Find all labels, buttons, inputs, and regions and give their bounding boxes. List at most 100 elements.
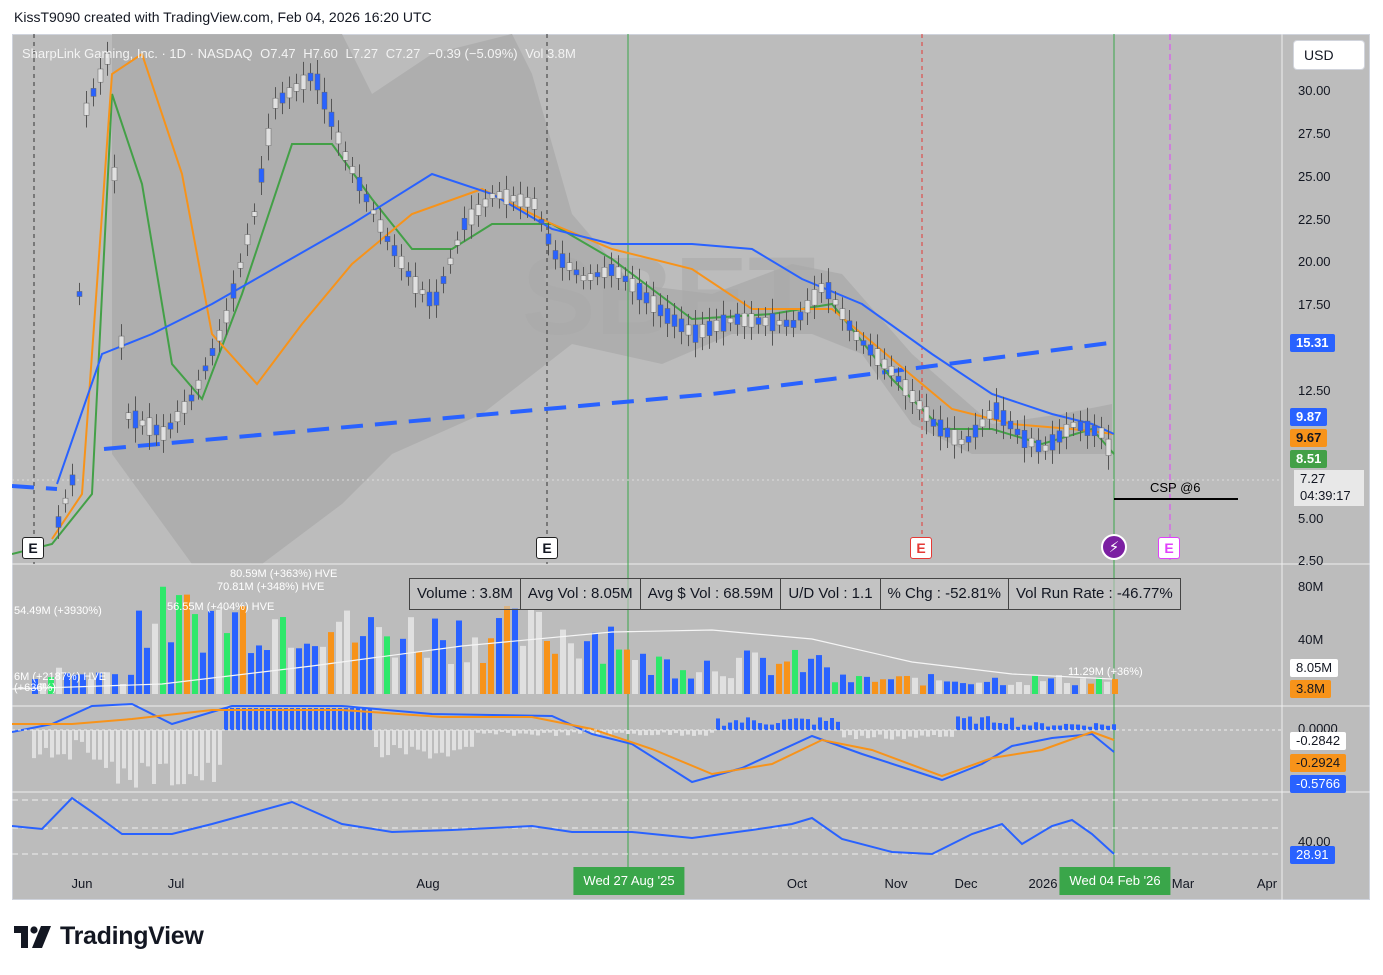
volume-bar [160, 586, 166, 694]
candle [832, 299, 839, 306]
symbol-legend[interactable]: SharpLink Gaming, Inc. · 1D · NASDAQ O7.… [22, 46, 576, 61]
ohlc-change: −0.39 (−5.09%) [428, 46, 518, 61]
macd-hist-bar [56, 730, 60, 755]
macd-hist-bar [326, 708, 330, 730]
volume-bar [712, 671, 718, 694]
macd-hist-bar [518, 730, 522, 734]
candle [580, 275, 587, 281]
csp-annotation[interactable]: CSP @6 [1150, 480, 1201, 495]
macd-hist-bar [812, 724, 816, 730]
earnings-marker[interactable]: E [536, 537, 558, 559]
macd-hist-bar [98, 730, 102, 760]
candle [1014, 428, 1021, 436]
candle [622, 275, 629, 282]
macd-hist-bar [68, 730, 72, 760]
candle [790, 320, 797, 328]
volume-bar [736, 657, 742, 694]
candle [923, 406, 930, 422]
macd-hist-bar [116, 730, 120, 784]
time-axis-label: Aug [416, 876, 440, 891]
macd-hist-bar [554, 730, 558, 736]
candle [902, 379, 909, 396]
rsi-tag: 28.91 [1290, 846, 1335, 864]
candle [1063, 424, 1070, 438]
macd-hist-bar [806, 719, 810, 730]
macd-hist-bar [980, 717, 984, 730]
candle [678, 318, 685, 333]
candle [706, 320, 713, 336]
candle [965, 436, 972, 443]
macd-hist-bar [200, 730, 204, 781]
volume-annotation: 11.29M (+36%) [1068, 666, 1143, 678]
volume-bar [336, 621, 342, 694]
tradingview-logo-icon [14, 925, 51, 948]
volume-bar [608, 626, 614, 694]
macd-hist-bar [740, 722, 744, 730]
candle [986, 410, 993, 420]
candle [811, 289, 818, 306]
price-tag-ema-mid: 9.67 [1290, 429, 1328, 447]
macd-hist-bar [512, 730, 516, 736]
volume-bar [1096, 677, 1102, 694]
macd-hist-bar [464, 730, 468, 747]
candle [930, 418, 937, 427]
candle [496, 191, 503, 200]
volume-bar [488, 638, 494, 694]
earnings-marker[interactable]: E [22, 537, 44, 559]
macd-tag-signal: -0.2924 [1290, 754, 1347, 772]
candle [748, 313, 755, 328]
price-axis-label: 30.00 [1298, 83, 1331, 98]
macd-hist-bar [794, 718, 798, 730]
volume-bar [1064, 683, 1070, 694]
volume-bar [152, 623, 158, 694]
time-axis-label: Jun [71, 876, 93, 891]
candle [517, 193, 524, 208]
volume-bar [720, 676, 726, 694]
macd-hist-bar [158, 730, 162, 765]
macd-hist-bar [830, 718, 834, 730]
candle [643, 292, 650, 304]
candle [111, 167, 118, 181]
candle [510, 195, 517, 203]
candle [664, 308, 671, 324]
candle [1070, 421, 1077, 428]
volume-annotation: 54.49M (+3930%) [14, 605, 102, 617]
macd-hist-bar [818, 717, 822, 730]
volume-bar [392, 657, 398, 694]
dividend-icon[interactable]: ⚡ [1101, 534, 1127, 560]
macd-hist-bar [920, 730, 924, 736]
candle [776, 320, 783, 326]
macd-hist-bar [1064, 723, 1068, 730]
earnings-marker[interactable]: E [910, 537, 932, 559]
tradingview-logo[interactable]: TradingView [14, 922, 204, 951]
price-tag-ema-fast: 8.51 [1290, 450, 1328, 468]
volume-bar [936, 680, 942, 694]
macd-hist-bar [266, 708, 270, 730]
macd-hist-bar [968, 716, 972, 730]
candle [139, 419, 146, 427]
last-price-tag: 7.27 04:39:17 [1294, 470, 1364, 506]
volume-bar [448, 663, 454, 694]
symbol-name[interactable]: SharpLink Gaming, Inc. [22, 46, 158, 61]
chart-canvas[interactable]: SBET [12, 34, 1370, 900]
macd-hist-bar [338, 708, 342, 730]
currency-button[interactable]: USD [1293, 40, 1365, 70]
candle [188, 394, 195, 402]
volume-bar [592, 632, 598, 694]
volume-bar [256, 645, 262, 694]
candle [734, 313, 741, 325]
volume-bar [864, 676, 870, 694]
volume-bar [168, 642, 174, 694]
candle [503, 189, 510, 205]
macd-hist-bar [566, 730, 570, 736]
volume-bar [296, 648, 302, 694]
macd-hist-bar [242, 708, 246, 730]
candle [818, 283, 825, 293]
volume-bar [320, 646, 326, 694]
volume-bar [288, 647, 294, 694]
macd-hist-bar [824, 720, 828, 730]
candle [993, 402, 1000, 420]
earnings-marker[interactable]: E [1158, 537, 1180, 559]
volume-bar [888, 679, 894, 694]
candle [237, 262, 244, 269]
